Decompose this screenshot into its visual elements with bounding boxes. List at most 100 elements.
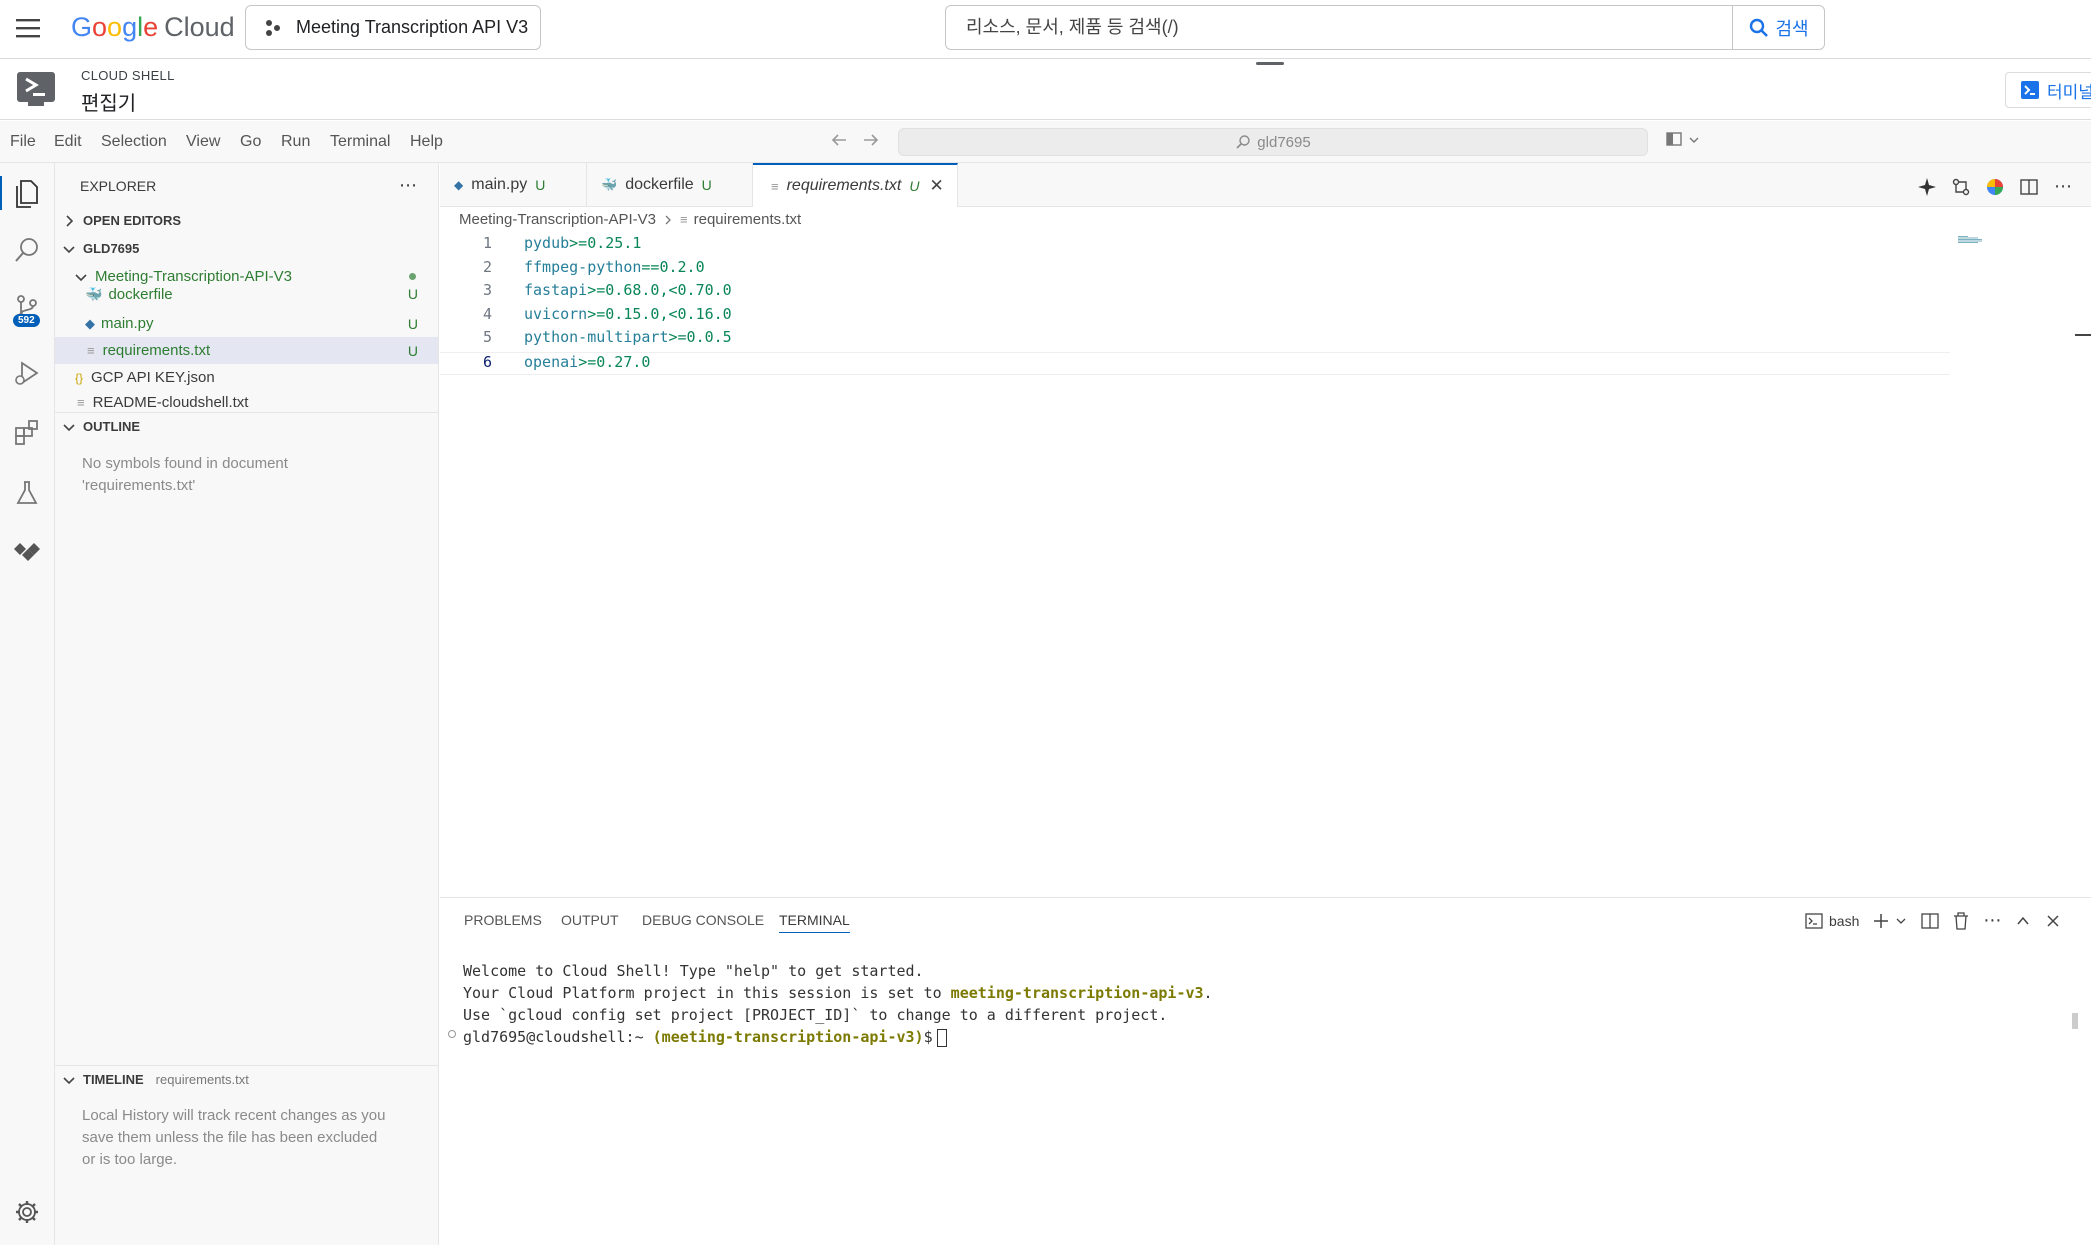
text-file-icon: ≡ (771, 178, 779, 194)
code-line-current[interactable]: 6 openai>=0.27.0 (440, 351, 1950, 375)
code-line[interactable]: 4 uvicorn>=0.15.0,<0.16.0 (440, 305, 1950, 328)
tab-output[interactable]: OUTPUT (561, 912, 619, 928)
source-control-badge: 592 (13, 314, 40, 327)
search-icon[interactable] (10, 233, 44, 267)
search-icon (1750, 18, 1769, 37)
split-editor-icon[interactable] (2020, 178, 2038, 196)
main-menu-icon[interactable] (16, 17, 42, 39)
activity-bar: 592 (0, 163, 55, 1245)
code-line[interactable]: 3 fastapi>=0.68.0,<0.70.0 (440, 281, 1950, 304)
forward-arrow-icon[interactable] (862, 131, 880, 149)
breadcrumb-folder[interactable]: Meeting-Transcription-API-V3 (459, 211, 656, 228)
menu-edit[interactable]: Edit (54, 133, 82, 151)
gcp-top-bar: Google Cloud Meeting Transcription API V3… (0, 0, 2091, 59)
tab-problems[interactable]: PROBLEMS (464, 912, 542, 928)
menu-go[interactable]: Go (240, 133, 261, 151)
code-line[interactable]: 1 pydub>=0.25.1 (440, 234, 1950, 257)
project-name: Meeting Transcription API V3 (296, 17, 529, 37)
more-actions-icon[interactable]: ⋯ (1983, 910, 2001, 931)
editor-actions: ⋯ (1918, 176, 2072, 197)
panel-resize-handle[interactable] (1256, 62, 1284, 65)
trash-icon[interactable] (1953, 911, 1969, 930)
tab-debug-console[interactable]: DEBUG CONSOLE (642, 912, 764, 928)
file-dockerfile[interactable]: 🐳 dockerfile U (55, 283, 438, 305)
explorer-sidebar: EXPLORER ⋯ OPEN EDITORS GLD7695 Meeting-… (55, 163, 439, 1245)
timeline-note: Local History will track recent changes … (82, 1107, 386, 1168)
outline-section[interactable]: OUTLINE (55, 413, 438, 440)
compare-changes-icon[interactable] (1952, 178, 1970, 196)
explorer-icon[interactable] (0, 176, 50, 210)
cloud-shell-header: CLOUD SHELL 편집기 터미널 (0, 60, 2091, 120)
google-cloud-logo[interactable]: Google Cloud (71, 10, 235, 44)
customize-layout-icon[interactable] (1666, 131, 1702, 149)
sparkle-icon[interactable] (1918, 177, 1936, 196)
text-file-icon: ≡ (87, 343, 95, 358)
more-actions-icon[interactable]: ⋯ (399, 175, 418, 196)
run-debug-icon[interactable] (10, 356, 44, 390)
timeline-section[interactable]: TIMELINE requirements.txt (55, 1066, 438, 1093)
minimap[interactable] (1958, 236, 1984, 244)
new-terminal-plus-icon[interactable] (1873, 913, 1889, 929)
modified-dot-icon (409, 273, 416, 280)
project-picker-button[interactable]: Meeting Transcription API V3 (245, 5, 541, 50)
docker-file-icon: 🐳 (601, 177, 618, 192)
python-file-icon: ◆ (85, 315, 95, 331)
outline-empty-note: No symbols found in document 'requiremen… (82, 455, 288, 494)
terminal-icon (1805, 912, 1823, 929)
breadcrumb-file[interactable]: requirements.txt (694, 211, 802, 228)
tab-terminal[interactable]: TERMINAL (779, 912, 850, 933)
breadcrumb: Meeting-Transcription-API-V3 ≡ requireme… (459, 211, 801, 228)
close-icon[interactable]: ✕ (929, 176, 943, 196)
tab-main-py[interactable]: ◆ main.py U (440, 163, 587, 207)
terminal-scrollbar[interactable] (2072, 1013, 2078, 1029)
editor-scrollbar[interactable] (2075, 334, 2091, 336)
menu-view[interactable]: View (186, 133, 220, 151)
workspace-section[interactable]: GLD7695 (55, 235, 438, 262)
file-gcp-api-key-json[interactable]: {} GCP API KEY.json (55, 364, 438, 391)
more-actions-icon[interactable]: ⋯ (2054, 176, 2072, 197)
chevron-down-icon (63, 1076, 75, 1084)
command-status-icon (448, 1030, 456, 1038)
menu-terminal[interactable]: Terminal (330, 133, 390, 151)
tab-dockerfile[interactable]: 🐳 dockerfile U (587, 163, 753, 207)
back-arrow-icon[interactable] (830, 131, 848, 149)
text-file-icon: ≡ (680, 212, 688, 227)
cloud-code-icon[interactable] (10, 535, 44, 569)
menu-help[interactable]: Help (410, 133, 443, 151)
menu-file[interactable]: File (10, 133, 36, 151)
testing-flask-icon[interactable] (10, 476, 44, 510)
terminal-output[interactable]: Welcome to Cloud Shell! Type "help" to g… (463, 960, 1213, 1048)
search-button[interactable]: 검색 (1732, 6, 1825, 49)
chevron-down-icon[interactable] (1895, 915, 1907, 927)
command-center[interactable]: gld7695 (898, 128, 1648, 156)
tab-requirements-txt[interactable]: ≡ requirements.txt U ✕ (753, 163, 958, 207)
file-main-py[interactable]: ◆ main.py U (55, 310, 438, 337)
python-file-icon: ◆ (454, 178, 464, 192)
settings-gear-icon[interactable] (10, 1195, 44, 1229)
cloud-shell-icon (16, 71, 56, 107)
maximize-panel-icon[interactable] (2015, 913, 2031, 929)
chevron-down-icon (63, 423, 75, 431)
cloud-shell-label: CLOUD SHELL (81, 68, 175, 83)
file-readme-cloudshell[interactable]: ≡ README-cloudshell.txt (55, 391, 438, 413)
search-icon (1236, 135, 1250, 149)
explorer-header: EXPLORER ⋯ (55, 172, 438, 199)
open-terminal-button[interactable]: 터미널 (2005, 72, 2091, 108)
bottom-panel: PROBLEMS OUTPUT DEBUG CONSOLE TERMINAL b… (440, 897, 2091, 1245)
close-panel-icon[interactable] (2045, 913, 2061, 929)
json-file-icon: {} (75, 370, 84, 385)
search-input[interactable] (946, 6, 1733, 49)
file-requirements-txt[interactable]: ≡ requirements.txt U (55, 337, 438, 364)
text-file-icon: ≡ (77, 394, 85, 410)
terminal-cursor (936, 1028, 947, 1047)
gemini-color-icon[interactable] (1986, 178, 2004, 196)
chevron-right-icon (665, 215, 671, 224)
code-line[interactable]: 2 ffmpeg-python==0.2.0 (440, 258, 1950, 281)
menu-selection[interactable]: Selection (101, 133, 167, 151)
extensions-icon[interactable] (10, 416, 44, 450)
open-editors-section[interactable]: OPEN EDITORS (55, 207, 438, 234)
code-line[interactable]: 5 python-multipart>=0.0.5 (440, 328, 1950, 351)
split-terminal-icon[interactable] (1921, 912, 1940, 929)
menu-run[interactable]: Run (281, 133, 310, 151)
terminal-shell-selector[interactable]: bash (1805, 913, 1859, 929)
